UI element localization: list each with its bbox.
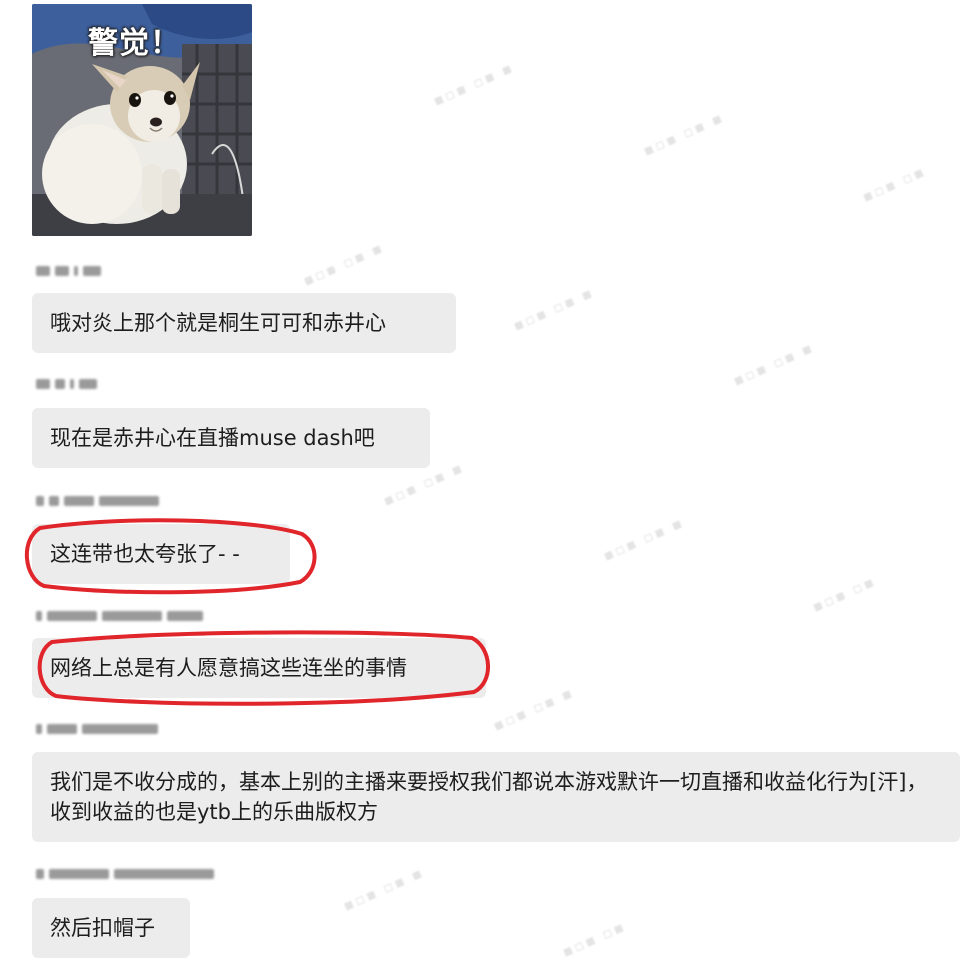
- message-text: 然后扣帽子: [50, 916, 155, 940]
- watermark: ▪▫▪ ▫▪ ▪: [730, 338, 817, 390]
- message-bubble[interactable]: 我们是不收分成的，基本上别的主播来要授权我们都说本游戏默许一切直播和收益化行为[…: [32, 752, 960, 842]
- sender-name: [36, 867, 214, 881]
- message-bubble[interactable]: 然后扣帽子: [32, 898, 190, 958]
- meme-image[interactable]: 警觉！: [32, 4, 252, 236]
- message-bubble[interactable]: 现在是赤井心在直播muse dash吧: [32, 408, 430, 468]
- chat-history: ▪▫▪ ▫▪ ▪ ▪▫▪ ▫▪ ▪ ▪▫▪ ▫▪ ▪▫▪ ▫▪ ▪ ▪▫▪ ▫▪…: [0, 0, 960, 962]
- message-text: 我们是不收分成的，基本上别的主播来要授权我们都说本游戏默许一切直播和收益化行为[…: [50, 770, 928, 824]
- message-text: 网络上总是有人愿意搞这些连坐的事情: [50, 656, 407, 680]
- sender-name: [36, 722, 158, 736]
- message-text: 现在是赤井心在直播muse dash吧: [50, 426, 375, 450]
- message-bubble[interactable]: 这连带也太夸张了- -: [32, 524, 290, 584]
- watermark: ▪▫▪ ▫▪ ▪: [640, 108, 727, 160]
- sender-name: [36, 609, 203, 623]
- message-text: 哦对炎上那个就是桐生可可和赤井心: [50, 311, 386, 335]
- watermark: ▪▫▪ ▫▪: [809, 572, 879, 616]
- sender-name: [36, 264, 101, 278]
- watermark: ▪▫▪ ▫▪ ▪: [340, 863, 427, 915]
- message-text: 这连带也太夸张了- -: [50, 542, 240, 566]
- watermark: ▪▫▪ ▫▪ ▪: [600, 513, 687, 565]
- watermark: ▪▫▪ ▫▪ ▪: [490, 683, 577, 735]
- message-bubble[interactable]: 网络上总是有人愿意搞这些连坐的事情: [32, 638, 486, 698]
- watermark: ▪▫▪ ▫▪: [559, 917, 629, 961]
- sender-name: [36, 377, 97, 391]
- watermark: ▪▫▪ ▫▪ ▪: [300, 238, 387, 290]
- watermark: ▪▫▪ ▫▪ ▪: [510, 283, 597, 335]
- message-bubble[interactable]: 哦对炎上那个就是桐生可可和赤井心: [32, 293, 456, 353]
- meme-caption: 警觉！: [88, 26, 181, 61]
- sender-name: [36, 494, 159, 508]
- watermark: ▪▫▪ ▫▪: [859, 162, 929, 206]
- watermark: ▪▫▪ ▫▪ ▪: [430, 58, 517, 110]
